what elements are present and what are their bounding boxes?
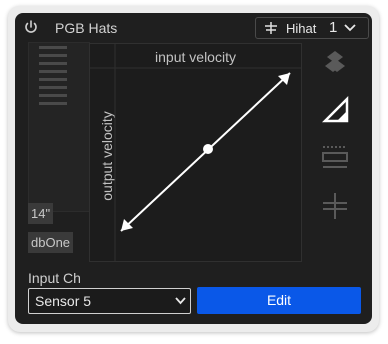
meter-bar	[39, 54, 67, 57]
ramp-icon[interactable]	[319, 95, 351, 125]
plugin-title: PGB Hats	[55, 20, 118, 36]
curve-canvas[interactable]	[90, 44, 301, 261]
size-tag: 14"	[28, 203, 54, 224]
meter-bar	[39, 86, 67, 89]
level-meter	[28, 42, 90, 212]
meter-bar	[39, 70, 67, 73]
power-icon[interactable]	[23, 19, 39, 35]
compress-icon[interactable]	[319, 143, 351, 173]
input-channel-label: Input Ch	[28, 270, 81, 286]
meter-bar	[39, 46, 67, 49]
meter-bar	[39, 102, 67, 105]
velocity-curve-graph[interactable]: input velocity output velocity	[89, 43, 302, 262]
input-channel-value: Sensor 5	[35, 293, 92, 309]
selector-number: 1	[329, 19, 338, 36]
range-icon[interactable]	[319, 191, 351, 221]
hihat-icon	[265, 22, 277, 34]
instrument-selector[interactable]: Hihat 1	[255, 17, 369, 39]
chevron-down-icon	[175, 297, 186, 305]
meter-bar	[39, 94, 67, 97]
curve-midpoint-handle[interactable]	[203, 144, 213, 154]
selector-label: Hihat	[286, 21, 317, 36]
brand-tag: dbOne	[28, 232, 74, 253]
curve-toolbar	[301, 43, 371, 260]
input-channel-select[interactable]: Sensor 5	[28, 288, 191, 314]
layers-icon[interactable]	[319, 49, 351, 79]
edit-button[interactable]: Edit	[197, 287, 361, 314]
meter-bar	[39, 62, 67, 65]
chevron-down-icon	[344, 24, 356, 32]
plugin-panel: PGB Hats Hihat 1 14" dbOne input velocit…	[15, 13, 372, 324]
meter-bar	[39, 78, 67, 81]
